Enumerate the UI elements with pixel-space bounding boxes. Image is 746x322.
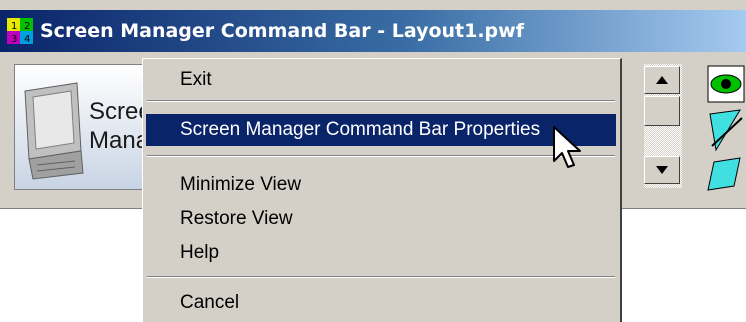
arrow-down-icon (656, 166, 668, 174)
menu-item-restore-view[interactable]: Restore View (146, 203, 616, 235)
screen-manager-logo: Scree Manag (14, 64, 162, 190)
menu-item-cancel[interactable]: Cancel (146, 287, 616, 319)
menu-separator (147, 155, 615, 157)
scroll-up-button[interactable] (644, 66, 680, 94)
svg-text:2: 2 (24, 21, 30, 32)
svg-text:4: 4 (24, 34, 30, 44)
menu-separator (147, 276, 615, 278)
title-bar[interactable]: 1 2 3 4 Screen Manager Command Bar - Lay… (0, 10, 746, 52)
scroll-down-button[interactable] (644, 156, 680, 184)
svg-text:1: 1 (11, 21, 17, 32)
menu-separator (147, 100, 615, 102)
scroll-thumb[interactable] (644, 96, 680, 126)
menu-item-minimize-view[interactable]: Minimize View (146, 169, 616, 201)
svg-text:3: 3 (11, 34, 17, 44)
arrow-up-icon (656, 76, 668, 84)
menu-item-help[interactable]: Help (146, 237, 616, 269)
window-title: Screen Manager Command Bar - Layout1.pwf (40, 20, 524, 42)
toolbar-scrollbar[interactable] (644, 64, 682, 188)
menu-item-exit[interactable]: Exit (146, 64, 616, 96)
drawing-tools-icon[interactable] (706, 62, 746, 192)
context-menu: Exit Screen Manager Command Bar Properti… (142, 58, 622, 322)
monitor-icon (24, 82, 84, 180)
mouse-pointer-icon (553, 126, 581, 168)
menu-item-properties[interactable]: Screen Manager Command Bar Properties (146, 114, 616, 146)
app-grid-icon: 1 2 3 4 (7, 18, 33, 44)
